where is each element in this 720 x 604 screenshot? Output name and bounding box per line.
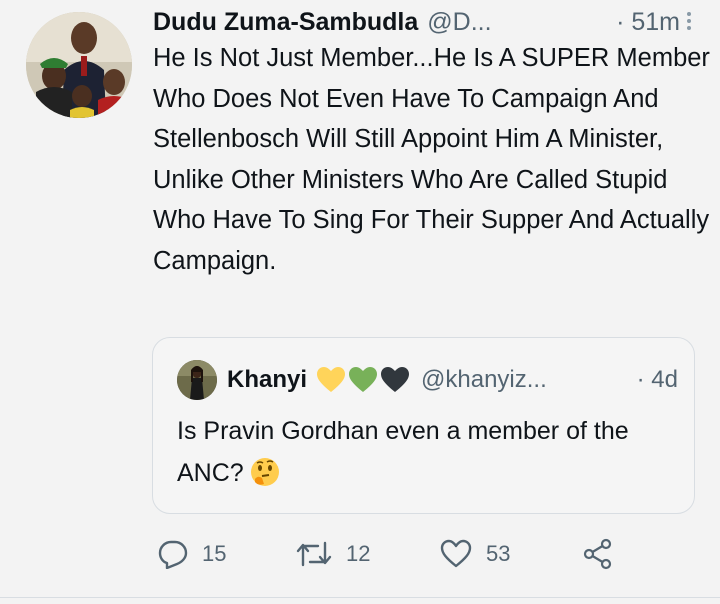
black-heart-icon xyxy=(381,367,410,392)
quoted-handle[interactable]: @khanyiz... xyxy=(421,366,547,394)
green-heart-icon xyxy=(349,367,378,392)
reply-icon xyxy=(158,540,188,569)
quoted-timestamp[interactable]: · 4d xyxy=(637,366,678,394)
tweet-header: Dudu Zuma-Sambudla @D... · 51m xyxy=(153,2,694,42)
share-icon xyxy=(583,538,612,570)
like-button[interactable]: 53 xyxy=(440,536,510,572)
quoted-text: Is Pravin Gordhan even a member of the A… xyxy=(177,417,629,487)
share-button[interactable] xyxy=(582,536,628,572)
reply-count: 15 xyxy=(202,541,227,566)
retweet-count: 12 xyxy=(346,541,371,566)
quoted-avatar[interactable] xyxy=(177,360,217,400)
divider xyxy=(0,597,720,598)
thinking-face-icon xyxy=(250,457,280,500)
quoted-display-name[interactable]: Khanyi xyxy=(227,366,307,394)
avatar[interactable] xyxy=(26,12,132,118)
quoted-text-container: Is Pravin Gordhan even a member of the A… xyxy=(177,410,687,500)
more-options-icon[interactable] xyxy=(684,9,694,35)
retweet-icon xyxy=(296,541,332,567)
retweet-button[interactable]: 12 xyxy=(296,536,370,572)
timestamp[interactable]: · 51m xyxy=(616,8,680,37)
action-bar: 15 12 53 xyxy=(158,536,628,572)
handle[interactable]: @D... xyxy=(427,8,491,37)
yellow-heart-icon xyxy=(317,367,346,392)
heart-emojis xyxy=(317,367,413,393)
display-name[interactable]: Dudu Zuma-Sambudla xyxy=(153,8,418,37)
quoted-tweet[interactable]: Khanyi @khanyiz... · 4d Is Pravin Gordha… xyxy=(152,337,695,514)
quoted-header: Khanyi @khanyiz... · 4d xyxy=(227,360,678,400)
like-count: 53 xyxy=(486,541,511,566)
heart-icon xyxy=(440,539,472,568)
tweet-text: He Is Not Just Member...He Is A SUPER Me… xyxy=(153,44,710,275)
reply-button[interactable]: 15 xyxy=(158,536,226,572)
